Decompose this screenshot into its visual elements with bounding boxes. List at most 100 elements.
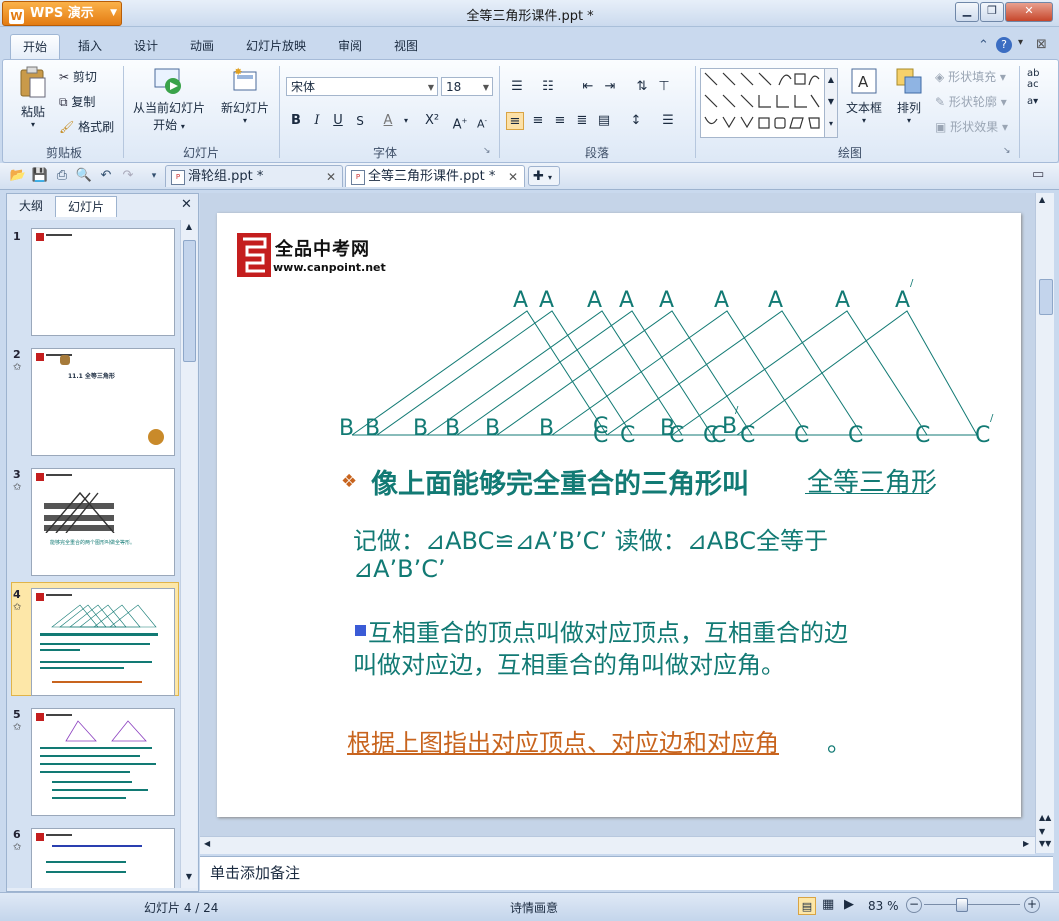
print-icon[interactable]: ⎙ [53, 167, 71, 185]
slide-thumbnail-3[interactable]: 能够完全重合的两个图形叫做全等形。 [31, 468, 175, 576]
collapse-ribbon-icon[interactable]: ⌃ [978, 38, 989, 53]
scroll-up-icon[interactable]: ▲ [183, 222, 195, 234]
shadow-button[interactable]: S [351, 112, 369, 130]
grow-font-button[interactable]: A+ [451, 112, 469, 132]
close-icon[interactable]: ✕ [508, 166, 518, 188]
close-button[interactable]: ✕ [1005, 2, 1053, 22]
save-icon[interactable]: 💾 [31, 167, 49, 185]
redo-icon[interactable]: ↷ [119, 167, 137, 185]
scroll-right-icon[interactable]: ▶ [1023, 839, 1029, 848]
slide-canvas[interactable]: 全品中考网 www.canpoint.net / / / A A A A A A… [217, 213, 1021, 817]
text-direction-button[interactable]: ⇅ [633, 78, 651, 96]
scroll-up-icon[interactable]: ▲ [1039, 195, 1045, 204]
scroll-thumb[interactable] [183, 240, 196, 362]
dialog-launcher-icon[interactable]: ↘ [1003, 146, 1011, 156]
close-icon[interactable]: ✕ [326, 166, 336, 188]
customize-icon[interactable]: ▾ [145, 167, 163, 185]
thumbnail-scrollbar[interactable]: ▲ ▼ [180, 220, 197, 888]
format-painter-button[interactable]: 🖌 格式刷 [59, 118, 114, 135]
scroll-thumb[interactable] [1039, 279, 1053, 315]
paragraph-spacing-button[interactable]: ☰ [659, 112, 677, 130]
tab-list-icon[interactable]: ▭ [1032, 167, 1044, 182]
new-tab-button[interactable]: ✚ ▾ [528, 166, 560, 186]
increase-indent-button[interactable]: ⇥ [601, 78, 619, 96]
scroll-down-icon[interactable]: ▼ [183, 872, 195, 884]
slide-vertical-scrollbar[interactable]: ▲ ▲▲ ▼ ▼▼ [1035, 193, 1054, 853]
line-spacing-button[interactable]: ↕ [627, 112, 645, 130]
arrange-button[interactable]: 排列 ▾ [889, 66, 929, 142]
shape-effect-button[interactable]: ▣ 形状效果 ▾ [935, 118, 1008, 135]
slide-thumbnail-6[interactable] [31, 828, 175, 888]
notes-pane[interactable]: 单击添加备注 [200, 856, 1053, 890]
tab-outline[interactable]: 大纲 [9, 196, 53, 216]
ribbon-close-icon[interactable]: ⊠ [1036, 37, 1047, 52]
font-color-button[interactable]: A [379, 112, 397, 130]
superscript-button[interactable]: X² [423, 112, 441, 130]
normal-view-button[interactable]: ▤ [798, 897, 816, 915]
tab-design[interactable]: 设计 [126, 34, 166, 58]
tab-view[interactable]: 视图 [386, 34, 426, 58]
bullets-button[interactable]: ☰ [508, 78, 526, 96]
chevron-down-icon[interactable]: ▾ [397, 112, 415, 130]
font-size-combo[interactable]: 18 ▼ [441, 77, 493, 96]
textbox-button[interactable]: A 文本框 ▾ [841, 66, 887, 142]
maximize-button[interactable]: ❐ [980, 2, 1004, 22]
bold-button[interactable]: B [287, 112, 305, 130]
wps-menu-button[interactable]: W WPS 演示 ▼ [2, 1, 122, 26]
slideshow-view-button[interactable]: ▶ [844, 897, 854, 912]
slide-thumbnail-2[interactable]: 11.1 全等三角形 [31, 348, 175, 456]
next-slide-icon[interactable]: ▼▼ [1039, 839, 1051, 848]
slide-sorter-button[interactable]: ▦ [822, 897, 834, 912]
start-from-current-button[interactable]: 从当前幻灯片 开始 ▾ [127, 66, 211, 142]
slide-thumbnail-5[interactable] [31, 708, 175, 816]
align-right-button[interactable]: ≡ [551, 112, 569, 130]
zoom-in-icon[interactable]: + [1024, 897, 1040, 913]
cut-button[interactable]: ✂ 剪切 [59, 68, 97, 85]
undo-icon[interactable]: ↶ [97, 167, 115, 185]
help-icon[interactable]: ? [996, 37, 1012, 53]
scroll-left-icon[interactable]: ◀ [204, 839, 210, 848]
shrink-font-button[interactable]: A- [473, 112, 491, 131]
shape-fill-button[interactable]: ◈ 形状填充 ▾ [935, 68, 1006, 85]
tab-slideshow[interactable]: 幻灯片放映 [240, 34, 312, 58]
tab-review[interactable]: 审阅 [330, 34, 370, 58]
text-more-icon[interactable]: a▾ [1027, 96, 1038, 107]
print-preview-icon[interactable]: 🔍 [75, 167, 93, 185]
numbering-button[interactable]: ☷ [539, 78, 557, 96]
tab-home[interactable]: 开始 [10, 34, 60, 59]
slide-thumbnail-1[interactable] [31, 228, 175, 336]
doc-tab-2[interactable]: P 全等三角形课件.ppt * ✕ [345, 165, 525, 187]
zoom-slider-thumb[interactable] [956, 898, 968, 912]
doc-tab-1[interactable]: P 滑轮组.ppt * ✕ [165, 165, 343, 187]
justify-button[interactable]: ≣ [573, 112, 591, 130]
shape-outline-button[interactable]: ✎ 形状轮廓 ▾ [935, 93, 1007, 110]
prev-slide-icon[interactable]: ▲▲ [1039, 813, 1051, 822]
underline-button[interactable]: U [329, 112, 347, 130]
text-style-icon[interactable]: ab ac [1027, 68, 1039, 90]
align-left-button[interactable]: ≡ [506, 112, 524, 130]
decrease-indent-button[interactable]: ⇤ [579, 78, 597, 96]
open-icon[interactable]: 📂 [9, 167, 27, 185]
distributed-button[interactable]: ▤ [595, 112, 613, 130]
align-text-button[interactable]: ⊤ [655, 78, 673, 96]
gallery-scroll[interactable]: ▲ ▼ ▾ [824, 68, 838, 138]
zoom-out-icon[interactable]: − [906, 897, 922, 913]
close-icon[interactable]: ✕ [181, 197, 192, 212]
font-name-combo[interactable]: 宋体 ▼ [286, 77, 438, 96]
new-slide-button[interactable]: ✸ 新幻灯片 ▾ [215, 66, 275, 142]
copy-button[interactable]: ⧉ 复制 [59, 93, 95, 110]
slide-horizontal-scrollbar[interactable]: ◀ ▶ [200, 836, 1035, 854]
paste-button[interactable]: 粘贴 ▾ [11, 66, 55, 142]
align-center-button[interactable]: ≡ [529, 112, 547, 130]
scroll-down-icon[interactable]: ▼ [1039, 827, 1045, 836]
minimize-button[interactable]: ▁ [955, 2, 979, 22]
tab-insert[interactable]: 插入 [70, 34, 110, 58]
shapes-gallery[interactable] [700, 68, 826, 138]
dialog-launcher-icon[interactable]: ↘ [483, 146, 491, 156]
italic-button[interactable]: I [308, 112, 326, 130]
slide-thumbnail-4[interactable] [31, 588, 175, 696]
tab-slides[interactable]: 幻灯片 [55, 196, 117, 217]
zoom-slider-track[interactable] [924, 904, 1020, 905]
tab-animation[interactable]: 动画 [182, 34, 222, 58]
options-icon[interactable]: ▾ [1018, 37, 1023, 48]
